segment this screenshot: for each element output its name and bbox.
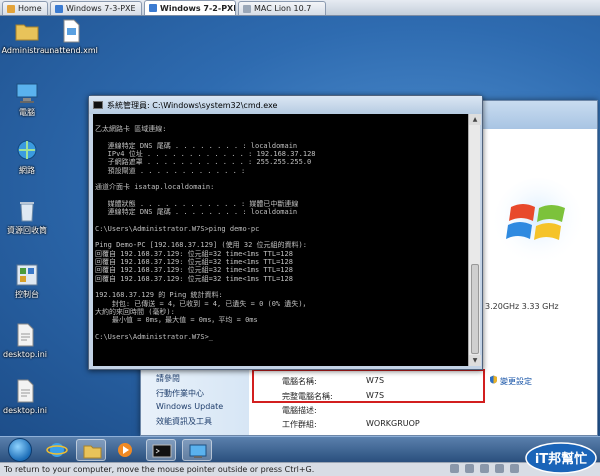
windows-logo-icon [494, 178, 582, 266]
desktop-icon-desktop-ini-2[interactable]: desktop.ini [0, 378, 52, 416]
ithome-watermark-logo: iT邦幫忙 [525, 442, 597, 474]
xml-file-icon [63, 19, 80, 43]
console-line: 回覆自 192.168.37.129: 位元組=32 time<1ms TTL=… [95, 249, 293, 258]
taskbar-cmd-button[interactable] [146, 439, 176, 461]
start-button[interactable] [8, 438, 32, 462]
console-line: 大約的來回時間 (毫秒): [95, 307, 175, 316]
scroll-thumb[interactable] [471, 264, 479, 354]
vm-icon [243, 4, 251, 13]
desktop-icon-desktop-ini-1[interactable]: desktop.ini [0, 322, 52, 360]
cmd-window[interactable]: 系統管理員: C:\Windows\system32\cmd.exe 乙太網路卡… [88, 95, 483, 370]
desktop-icon-network[interactable]: 網路 [0, 138, 54, 176]
console-line: 通道介面卡 isatap.localdomain: [95, 183, 215, 192]
desktop-icon-label: 資源回收筒 [7, 226, 47, 235]
desktop-icon-label: 控制台 [15, 290, 39, 299]
desktop-icon-label: unattend.xml [44, 46, 98, 55]
folder-icon [15, 24, 39, 41]
workgroup-value: WORKGRUOP [366, 419, 420, 428]
tab-windows-7-2-pxe[interactable]: Windows 7-2-PXE ✕ [144, 0, 236, 15]
nav-windows-update[interactable]: Windows Update [156, 402, 223, 411]
explorer-folder-icon [83, 445, 102, 459]
console-line: 192.168.37.129 的 Ping 統計資料: [95, 291, 223, 300]
tab-home[interactable]: Home [2, 1, 48, 15]
ini-file-icon [17, 323, 34, 347]
taskbar-system-button[interactable] [182, 439, 212, 461]
tab-mac-lion[interactable]: MAC Lion 10.7 [238, 1, 326, 15]
tab-label: MAC Lion 10.7 [254, 4, 312, 13]
home-icon [7, 4, 15, 13]
console-line: 連線特定 DNS 尾碼 . . . . . . . . : localdomai… [95, 141, 298, 150]
computer-description-label: 電腦描述: [282, 406, 317, 415]
tab-label: Home [18, 4, 42, 13]
taskbar-media-button[interactable] [110, 439, 140, 461]
cmd-titlebar[interactable]: 系統管理員: C:\Windows\system32\cmd.exe [89, 96, 482, 114]
console-line: 最小值 = 0ms，最大值 = 0ms，平均 = 0ms [95, 316, 258, 325]
cmd-scrollbar[interactable]: ▲ ▼ [468, 114, 481, 366]
desktop-icon-label: 電腦 [19, 108, 35, 117]
console-line: 預設閘道 . . . . . . . . . . . . : [95, 166, 246, 175]
nav-action-center[interactable]: 行動作業中心 [156, 388, 204, 399]
console-line: C:\Users\Administrator.W7S>ping demo-pc [95, 224, 260, 233]
cdrom-icon[interactable] [465, 464, 474, 473]
scroll-up-icon[interactable]: ▲ [469, 114, 481, 125]
change-settings-link[interactable]: 變更設定 [500, 376, 532, 387]
usb-icon[interactable] [495, 464, 504, 473]
desktop-icon-label: desktop.ini [3, 406, 47, 415]
desktop-icon-computer[interactable]: 電腦 [0, 80, 54, 118]
highlight-box [252, 369, 485, 403]
vm-device-tray [450, 464, 519, 473]
cmd-title: 系統管理員: C:\Windows\system32\cmd.exe [107, 100, 278, 110]
recycle-bin-icon [20, 202, 34, 222]
console-line: 回覆自 192.168.37.129: 位元組=32 time<1ms TTL=… [95, 266, 293, 275]
ini-file-icon [17, 379, 34, 403]
console-line: Ping Demo-PC [192.168.37.129] (使用 32 位元組… [95, 241, 307, 250]
console-line: 封包: 已傳送 = 4，已收到 = 4, 已遺失 = 0 (0% 遺失)， [95, 299, 310, 308]
console-line: 連線特定 DNS 尾碼 . . . . . . . . : localdomai… [95, 208, 298, 217]
taskbar-explorer-button[interactable] [76, 439, 106, 461]
desktop-icon-unattend[interactable]: unattend.xml [44, 18, 98, 56]
cpu-speed: 3.20GHz 3.33 GHz [485, 302, 559, 311]
status-text: To return to your computer, move the mou… [4, 465, 315, 474]
disk-icon[interactable] [450, 464, 459, 473]
sound-icon[interactable] [510, 464, 519, 473]
cmd-icon [93, 101, 103, 109]
cmd-console[interactable]: 乙太網路卡 區域連線: 連線特定 DNS 尾碼 . . . . . . . . … [93, 114, 468, 366]
desktop-icon-control-panel[interactable]: 控制台 [0, 262, 54, 300]
console-line: C:\Users\Administrator.W7S>_ [95, 332, 214, 341]
internet-explorer-icon [46, 443, 68, 457]
network-icon [17, 140, 37, 160]
network-adapter-icon[interactable] [480, 464, 489, 473]
desktop-icon-label: desktop.ini [3, 350, 47, 359]
taskbar-ie-button[interactable] [42, 439, 72, 461]
vm-tab-bar: Home Windows 7-3-PXE Windows 7-2-PXE ✕ M… [0, 0, 600, 16]
scroll-down-icon[interactable]: ▼ [469, 355, 481, 366]
system-properties-icon [189, 444, 207, 458]
vm-icon [55, 4, 63, 13]
tab-label: Windows 7-2-PXE [160, 3, 236, 13]
vm-icon [149, 4, 157, 12]
cmd-icon [152, 444, 172, 458]
desktop-icon-recycle-bin[interactable]: 資源回收筒 [0, 198, 54, 236]
media-player-icon [118, 443, 132, 457]
taskbar [0, 436, 600, 462]
shield-icon [490, 375, 497, 384]
console-line: 子網路遮罩 . . . . . . . . . . . . : 255.255.… [95, 158, 312, 167]
control-panel-icon [16, 264, 38, 286]
console-line: 回覆自 192.168.37.129: 位元組=32 time<1ms TTL=… [95, 274, 293, 283]
tab-windows-7-3-pxe[interactable]: Windows 7-3-PXE [50, 1, 142, 15]
watermark-text: iT邦幫忙 [535, 451, 587, 467]
tab-label: Windows 7-3-PXE [66, 4, 136, 13]
desktop-icon-label: 網路 [19, 166, 35, 175]
nav-performance-tools[interactable]: 效能資訊及工具 [156, 416, 212, 427]
console-line: 乙太網路卡 區域連線: [95, 125, 167, 134]
workgroup-label: 工作群組: [282, 420, 317, 429]
computer-icon [16, 83, 38, 103]
nav-see-also: 請參閱 [156, 374, 180, 383]
